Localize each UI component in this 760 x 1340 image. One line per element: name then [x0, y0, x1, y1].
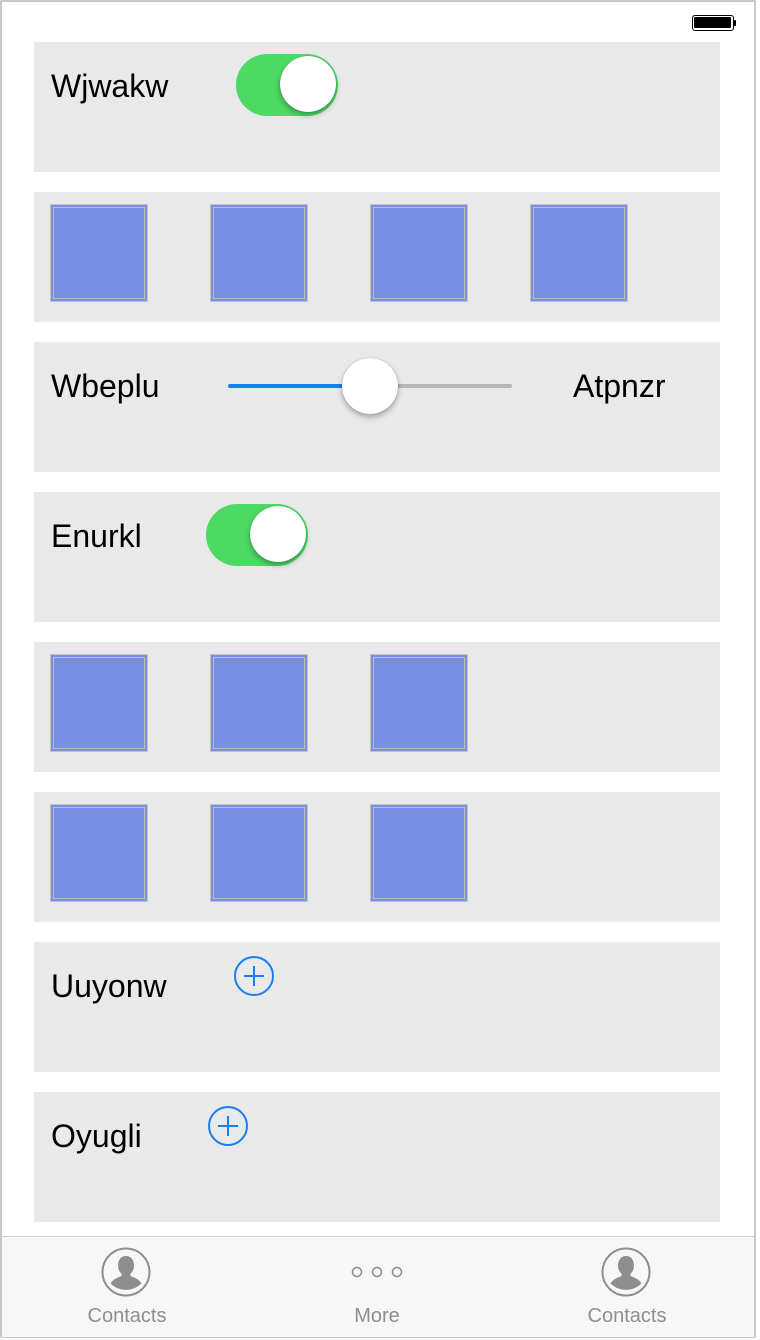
tab-label: More: [354, 1305, 400, 1327]
app-screen: Wjwakw Wbeplu Atpnzr Enurkl Uuyonw Oyugl…: [0, 0, 756, 1338]
toggle-row-enurkl: Enurkl: [34, 492, 720, 622]
tile[interactable]: [50, 204, 148, 302]
toggle-label: Wjwakw: [51, 68, 169, 104]
add-row-label: Uuyonw: [51, 968, 167, 1004]
tile[interactable]: [50, 804, 148, 902]
tab-contacts[interactable]: Contacts: [502, 1237, 752, 1337]
tab-more[interactable]: More: [252, 1237, 502, 1337]
tile-row: [34, 192, 720, 322]
contact-icon: [101, 1247, 151, 1297]
tab-bar: Contacts More Contacts: [2, 1236, 754, 1337]
slider-right-label: Atpnzr: [573, 368, 666, 404]
tile[interactable]: [370, 804, 468, 902]
tile[interactable]: [50, 654, 148, 752]
add-row-label: Oyugli: [51, 1118, 142, 1154]
more-icon: [351, 1266, 403, 1278]
add-row-oyugli: Oyugli: [34, 1092, 720, 1222]
toggle-label: Enurkl: [51, 518, 142, 554]
plus-circle-icon[interactable]: [208, 1106, 248, 1146]
tile[interactable]: [210, 204, 308, 302]
tile-row: [34, 792, 720, 922]
toggle-knob: [280, 56, 336, 112]
slider-row: Wbeplu Atpnzr: [34, 342, 720, 472]
plus-circle-icon[interactable]: [234, 956, 274, 996]
slider-thumb[interactable]: [342, 358, 398, 414]
battery-icon: [692, 15, 736, 31]
tile[interactable]: [530, 204, 628, 302]
tile-row: [34, 642, 720, 772]
toggle-switch[interactable]: [206, 504, 308, 566]
toggle-row-wjwakw: Wjwakw: [34, 42, 720, 172]
toggle-switch[interactable]: [236, 54, 338, 116]
slider-track[interactable]: [228, 358, 512, 414]
add-row-uuyonw: Uuyonw: [34, 942, 720, 1072]
tab-contacts[interactable]: Contacts: [2, 1237, 252, 1337]
tab-label: Contacts: [587, 1305, 667, 1327]
slider-left-label: Wbeplu: [51, 368, 160, 404]
contact-icon: [601, 1247, 651, 1297]
tab-label: Contacts: [87, 1305, 167, 1327]
tile[interactable]: [370, 204, 468, 302]
tile[interactable]: [210, 804, 308, 902]
tile[interactable]: [210, 654, 308, 752]
toggle-knob: [250, 506, 306, 562]
tile[interactable]: [370, 654, 468, 752]
